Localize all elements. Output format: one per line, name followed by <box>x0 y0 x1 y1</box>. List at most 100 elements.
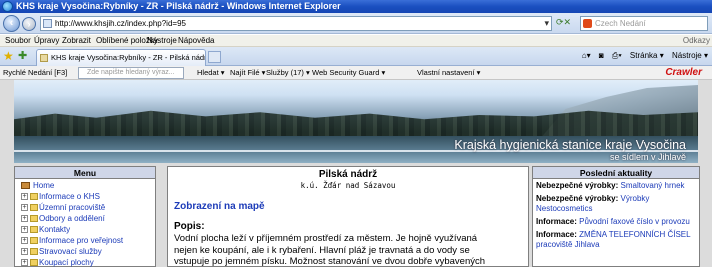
hledat-button[interactable]: Hledat ▾ <box>197 68 225 77</box>
tools-menu-button[interactable]: Nástroje ▾ <box>672 51 708 60</box>
news-label: Informace: <box>536 217 577 226</box>
menu-item-soubor[interactable]: Soubor <box>5 36 31 45</box>
menu-item-label: Odbory a oddělení <box>39 214 105 223</box>
menu-item-label: Koupací plochy <box>39 258 94 267</box>
tab-page-icon <box>40 54 48 62</box>
search-input[interactable]: Czech Nedání <box>580 16 708 31</box>
folder-icon <box>30 193 38 200</box>
feeds-icon[interactable]: ◙ <box>599 51 604 60</box>
active-tab-label: KHS kraje Vysočina:Rybníky - ZR - Pilská… <box>51 53 206 62</box>
menu-item-stravovaci-sluzby[interactable]: + Stravovací služby <box>19 246 151 257</box>
menu-item-label: Informace o KHS <box>39 192 100 201</box>
menu-item-home[interactable]: Home <box>19 180 151 191</box>
map-link[interactable]: Zobrazení na mapě <box>174 201 265 212</box>
menu-item-label: Home <box>33 181 55 190</box>
favorites-star-icon[interactable]: ★ <box>3 50 16 63</box>
page-subtitle: k.ú. Žďár nad Sázavou <box>300 181 396 190</box>
quick-search-button[interactable]: Rychlé Nedání [F3] <box>3 68 67 77</box>
page-icon <box>43 19 52 28</box>
section-heading: Popis: <box>174 221 205 232</box>
address-dropdown-icon[interactable]: ▾ <box>544 17 549 30</box>
menu-item-koupaci-plochy[interactable]: + Koupací plochy <box>19 257 151 267</box>
search-placeholder: Czech Nedání <box>595 19 646 28</box>
folder-icon <box>30 226 38 233</box>
menu-item-kontakty[interactable]: + Kontakty <box>19 224 151 235</box>
expand-icon[interactable]: + <box>21 259 28 266</box>
menu-item-label: Informace pro veřejnost <box>39 236 124 245</box>
menu-item-label: Kontakty <box>39 225 71 234</box>
page-menu-button[interactable]: Stránka ▾ <box>630 51 664 60</box>
crawler-logo: Crawler <box>665 67 702 78</box>
window-title: KHS kraje Vysočina:Rybníky - ZR - Pilská… <box>16 1 341 11</box>
new-tab-button[interactable] <box>208 51 221 63</box>
add-favorite-icon[interactable]: ✚ <box>18 50 31 63</box>
menu-item-upravy[interactable]: Úpravy <box>34 36 59 45</box>
news-list: Nebezpečné výrobky: Smaltovaný hrnek Neb… <box>533 179 699 250</box>
menu-item-zobrazit[interactable]: Zobrazit <box>62 36 91 45</box>
ie-logo-icon <box>2 1 13 12</box>
menu-item-informace-verejnost[interactable]: + Informace pro veřejnost <box>19 235 151 246</box>
address-input[interactable]: http://www.khsjih.cz/index.php?id=95 ▾ <box>40 16 552 31</box>
vlastni-nastaveni-button[interactable]: Vlastní nastavení ▾ <box>417 68 480 77</box>
menu-item-napoveda[interactable]: Nápověda <box>178 36 214 45</box>
news-panel: Poslední aktuality Nebezpečné výrobky: S… <box>532 166 700 267</box>
active-tab[interactable]: KHS kraje Vysočina:Rybníky - ZR - Pilská… <box>36 49 206 66</box>
tab-row: ★ ✚ KHS kraje Vysočina:Rybníky - ZR - Pi… <box>0 47 712 66</box>
expand-icon[interactable]: + <box>21 215 28 222</box>
forward-button[interactable]: › <box>22 17 36 31</box>
web-page: Krajská hygienická stanice kraje Vysočin… <box>0 80 712 267</box>
expand-icon[interactable]: + <box>21 237 28 244</box>
description-line: vstupuje po jemném písku. Možnost stanov… <box>174 256 486 267</box>
folder-icon <box>30 259 38 266</box>
expand-icon[interactable]: + <box>21 226 28 233</box>
banner-trees-shape <box>14 110 698 136</box>
search-toolbar: Rychlé Nedání [F3] Zde napište hledaný v… <box>0 66 712 80</box>
menu-item-nastroje[interactable]: Nástroje <box>147 36 177 45</box>
news-label: Nebezpečné výrobky: <box>536 194 619 203</box>
address-url: http://www.khsjih.cz/index.php?id=95 <box>55 19 186 28</box>
links-label[interactable]: Odkazy <box>683 36 710 45</box>
site-subheading: se sídlem v Jihlavě <box>609 152 686 162</box>
toolbar-search-placeholder: Zde napište hledaný výraz... <box>87 69 175 76</box>
menu-item-label: Územní pracoviště <box>39 203 106 212</box>
expand-icon[interactable]: + <box>21 204 28 211</box>
web-security-guard-button[interactable]: Web Security Guard ▾ <box>312 68 385 77</box>
search-provider-icon <box>583 19 592 28</box>
folder-icon <box>30 237 38 244</box>
expand-icon[interactable]: + <box>21 248 28 255</box>
news-title: Poslední aktuality <box>533 167 699 179</box>
expand-icon[interactable]: + <box>21 193 28 200</box>
folder-icon <box>30 248 38 255</box>
news-item: Nebezpečné výrobky: Smaltovaný hrnek <box>536 181 696 191</box>
site-heading: Krajská hygienická stanice kraje Vysočin… <box>454 138 686 152</box>
menu-item-informace-o-khs[interactable]: + Informace o KHS <box>19 191 151 202</box>
menu-bar: Soubor Úpravy Zobrazit Oblíbené položky … <box>0 35 712 47</box>
news-link[interactable]: Smaltovaný hrnek <box>621 181 685 190</box>
sluzby-button[interactable]: Služby (17) ▾ <box>266 68 310 77</box>
print-icon[interactable]: ⎙▾ <box>612 51 622 60</box>
folder-icon <box>30 215 38 222</box>
news-link[interactable]: Původní faxové číslo v provozu <box>579 217 690 226</box>
back-button[interactable]: ‹ <box>3 15 20 32</box>
news-item: Informace: Původní faxové číslo v provoz… <box>536 217 696 227</box>
menu-panel: Menu Home + Informace o KHS + Územní praco… <box>14 166 156 267</box>
description-line: Vodní plocha leží v příjemném prostředí … <box>174 233 478 244</box>
page-title: Pilská nádrž <box>318 169 378 180</box>
address-toolbar: ‹ › http://www.khsjih.cz/index.php?id=95… <box>0 13 712 34</box>
menu-item-label: Stravovací služby <box>39 247 102 256</box>
news-label: Nebezpečné výrobky: <box>536 181 619 190</box>
menu-item-odbory[interactable]: + Odbory a oddělení <box>19 213 151 224</box>
news-label: Informace: <box>536 230 577 239</box>
description-text: Vodní plocha leží v příjemném prostředí … <box>174 233 524 267</box>
content-panel: Pilská nádrž k.ú. Žďár nad Sázavou Zobra… <box>167 166 529 267</box>
folder-icon <box>30 204 38 211</box>
menu-title: Menu <box>15 167 155 179</box>
news-item: Nebezpečné výrobky: Výrobky Nestocosmeti… <box>536 194 696 214</box>
toolbar-search-input[interactable]: Zde napište hledaný výraz... <box>78 67 184 79</box>
window-titlebar: KHS kraje Vysočina:Rybníky - ZR - Pilská… <box>0 0 712 13</box>
menu-item-uzemni-pracoviste[interactable]: + Územní pracoviště <box>19 202 151 213</box>
home-icon[interactable]: ⌂▾ <box>582 51 591 60</box>
home-folder-icon <box>21 182 30 189</box>
refresh-icon[interactable]: ⟳✕ <box>556 17 576 28</box>
najit-file-button[interactable]: Najít Filé ▾ <box>230 68 265 77</box>
